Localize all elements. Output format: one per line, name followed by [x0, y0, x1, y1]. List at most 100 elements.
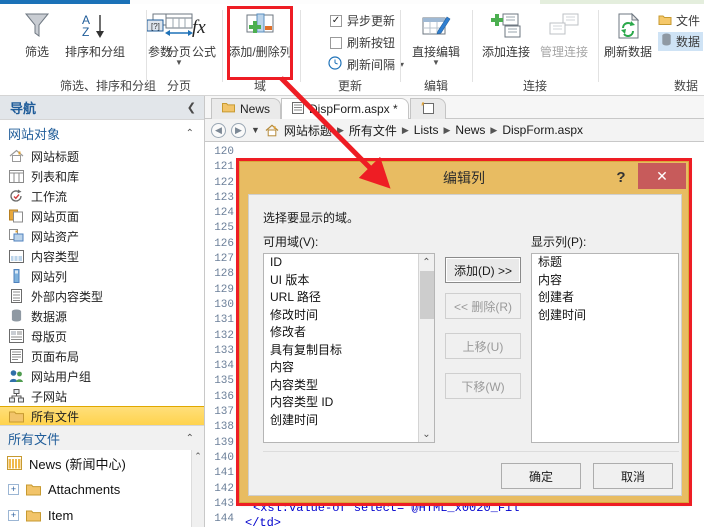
- list-item[interactable]: 修改时间: [264, 307, 434, 325]
- tab-dispform[interactable]: DispForm.aspx *: [281, 98, 409, 119]
- all-files-title: 所有文件: [8, 431, 61, 447]
- list-item[interactable]: 标题: [532, 254, 678, 272]
- list-item[interactable]: 具有复制目标: [264, 342, 434, 360]
- expand-plus-icon[interactable]: +: [8, 483, 19, 495]
- async-update-label: 异步更新: [347, 14, 396, 28]
- available-fields-listbox[interactable]: ⌃ ⌄ ID UI 版本 URL 路径 修改时间 修改者 具有复制目标 内容 内容类型 内容类型…: [263, 253, 435, 443]
- breadcrumb-item-2[interactable]: Lists: [414, 123, 439, 137]
- table-icon: [8, 168, 24, 184]
- sidebar-item-site-title[interactable]: 网站标题: [0, 146, 204, 166]
- file-label: Item: [48, 507, 74, 523]
- direct-edit-button[interactable]: 直接编辑 ▼: [404, 8, 468, 76]
- line-number: 123: [214, 191, 234, 204]
- remove-button[interactable]: << 删除(R): [445, 293, 521, 319]
- move-down-button[interactable]: 下移(W): [445, 373, 521, 399]
- list-item[interactable]: URL 路径: [264, 289, 434, 307]
- list-item-attachments[interactable]: + Attachments: [0, 476, 204, 502]
- navigation-title: 导航: [10, 101, 37, 116]
- list-item-news[interactable]: News (新闻中心): [0, 450, 204, 476]
- direct-edit-caret-icon[interactable]: ▼: [432, 59, 440, 67]
- chevron-up-icon[interactable]: ⌃: [186, 128, 194, 139]
- expand-plus-icon[interactable]: +: [8, 509, 19, 521]
- displayed-columns-listbox[interactable]: 标题 内容 创建者 创建时间: [531, 253, 679, 443]
- sidebar-item-data-sources[interactable]: 数据源: [0, 306, 204, 326]
- sidebar-label: 所有文件: [31, 409, 80, 424]
- help-icon[interactable]: ?: [610, 165, 632, 189]
- sidebar-item-content-types[interactable]: 内容类型: [0, 246, 204, 266]
- list-item[interactable]: 内容: [264, 359, 434, 377]
- forward-button[interactable]: ▶: [231, 122, 246, 138]
- refresh-interval-row[interactable]: 刷新间隔 ▾: [328, 56, 404, 73]
- add-remove-columns-button[interactable]: 添加/删除列: [226, 8, 294, 76]
- sidebar-item-master-pages[interactable]: 母版页: [0, 326, 204, 346]
- sidebar-item-external-content-types[interactable]: 外部内容类型: [0, 286, 204, 306]
- sidebar-item-all-files[interactable]: 所有文件: [0, 406, 204, 426]
- line-number: 120: [214, 146, 234, 158]
- list-item[interactable]: 内容类型 ID: [264, 394, 434, 412]
- sidebar-item-page-layouts[interactable]: 页面布局: [0, 346, 204, 366]
- cancel-button[interactable]: 取消: [593, 463, 673, 489]
- sidebar-item-site-pages[interactable]: 网站页面: [0, 206, 204, 226]
- move-up-button[interactable]: 上移(U): [445, 333, 521, 359]
- list-item[interactable]: 内容: [532, 272, 678, 290]
- available-fields-label: 可用域(V):: [263, 235, 319, 249]
- chevron-up-icon[interactable]: ⌃: [186, 433, 194, 444]
- sidebar-item-site-groups[interactable]: 网站用户组: [0, 366, 204, 386]
- all-files-header[interactable]: 所有文件 ⌃: [0, 426, 204, 450]
- scroll-down-icon[interactable]: ⌄: [419, 426, 434, 442]
- chevron-left-icon[interactable]: ❮: [187, 101, 196, 114]
- async-update-checkbox-row[interactable]: ✓ 异步更新: [330, 12, 395, 29]
- tab-news[interactable]: News: [211, 98, 282, 119]
- breadcrumb-item-4[interactable]: DispForm.aspx: [502, 123, 583, 137]
- file-label: News (新闻中心): [29, 456, 126, 472]
- sidebar-item-site-assets[interactable]: 网站资产: [0, 226, 204, 246]
- sidebar-item-workflows[interactable]: 工作流: [0, 186, 204, 206]
- breadcrumb-dropdown-caret-icon[interactable]: ▼: [251, 125, 260, 135]
- refresh-button-checkbox-row[interactable]: 刷新按钮: [330, 34, 395, 51]
- close-icon[interactable]: ✕: [638, 163, 686, 189]
- add-button[interactable]: 添加(D) >>: [445, 257, 521, 283]
- file-button[interactable]: 文件: [658, 12, 700, 29]
- refresh-data-button[interactable]: 刷新数据: [600, 8, 656, 76]
- breadcrumb-item-1[interactable]: 所有文件: [349, 122, 397, 139]
- nav-section-title: 网站对象: [8, 126, 61, 142]
- sidebar-item-subsites[interactable]: 子网站: [0, 386, 204, 406]
- paging-button[interactable]: 分页 ▼: [148, 8, 210, 76]
- list-item[interactable]: ID: [264, 254, 434, 272]
- list-item[interactable]: 内容类型: [264, 377, 434, 395]
- sidebar-label: 数据源: [31, 309, 68, 324]
- add-connection-button[interactable]: 添加连接: [476, 8, 536, 76]
- scrollbar-thumb[interactable]: [420, 271, 434, 319]
- nav-section-site-objects[interactable]: 网站对象 ⌃: [0, 120, 204, 146]
- sidebar-label: 页面布局: [31, 349, 80, 364]
- data-button[interactable]: 数据: [658, 32, 704, 51]
- list-item[interactable]: 修改者: [264, 324, 434, 342]
- sort-group-button[interactable]: A Z 排序和分组: [56, 8, 134, 76]
- document-tabstrip: News DispForm.aspx *: [205, 96, 704, 119]
- files-scrollbar[interactable]: ⌃: [191, 450, 204, 527]
- list-item-item[interactable]: + Item: [0, 502, 204, 527]
- code-line-144: </td>: [245, 516, 282, 527]
- list-item[interactable]: 创建时间: [264, 412, 434, 430]
- paging-dropdown-caret[interactable]: ▼: [175, 59, 183, 67]
- list-item[interactable]: UI 版本: [264, 272, 434, 290]
- scroll-up-icon[interactable]: ⌃: [419, 254, 434, 270]
- available-fields-scrollbar[interactable]: ⌃ ⌄: [418, 254, 434, 442]
- tab-new-page[interactable]: [410, 98, 446, 119]
- line-number: 141: [214, 467, 234, 480]
- line-number: 121: [214, 161, 234, 174]
- back-button[interactable]: ◀: [211, 122, 226, 138]
- list-item[interactable]: 创建者: [532, 289, 678, 307]
- ok-button[interactable]: 确定: [501, 463, 581, 489]
- sidebar-item-site-columns[interactable]: 网站列: [0, 266, 204, 286]
- group-label-edit: 编辑: [423, 79, 448, 93]
- sidebar-item-lists-libraries[interactable]: 列表和库: [0, 166, 204, 186]
- list-item[interactable]: 创建时间: [532, 307, 678, 325]
- breadcrumb-item-0[interactable]: 网站标题: [284, 122, 332, 139]
- ribbon-group-update: ✓ 异步更新 刷新按钮 刷新间隔 ▾ 更新: [302, 4, 404, 96]
- line-number: 140: [214, 451, 234, 464]
- checkbox-checked-icon[interactable]: ✓: [330, 14, 342, 27]
- checkbox-unchecked-icon[interactable]: [330, 36, 342, 49]
- breadcrumb-item-3[interactable]: News: [455, 123, 485, 137]
- scroll-up-icon[interactable]: ⌃: [192, 450, 204, 463]
